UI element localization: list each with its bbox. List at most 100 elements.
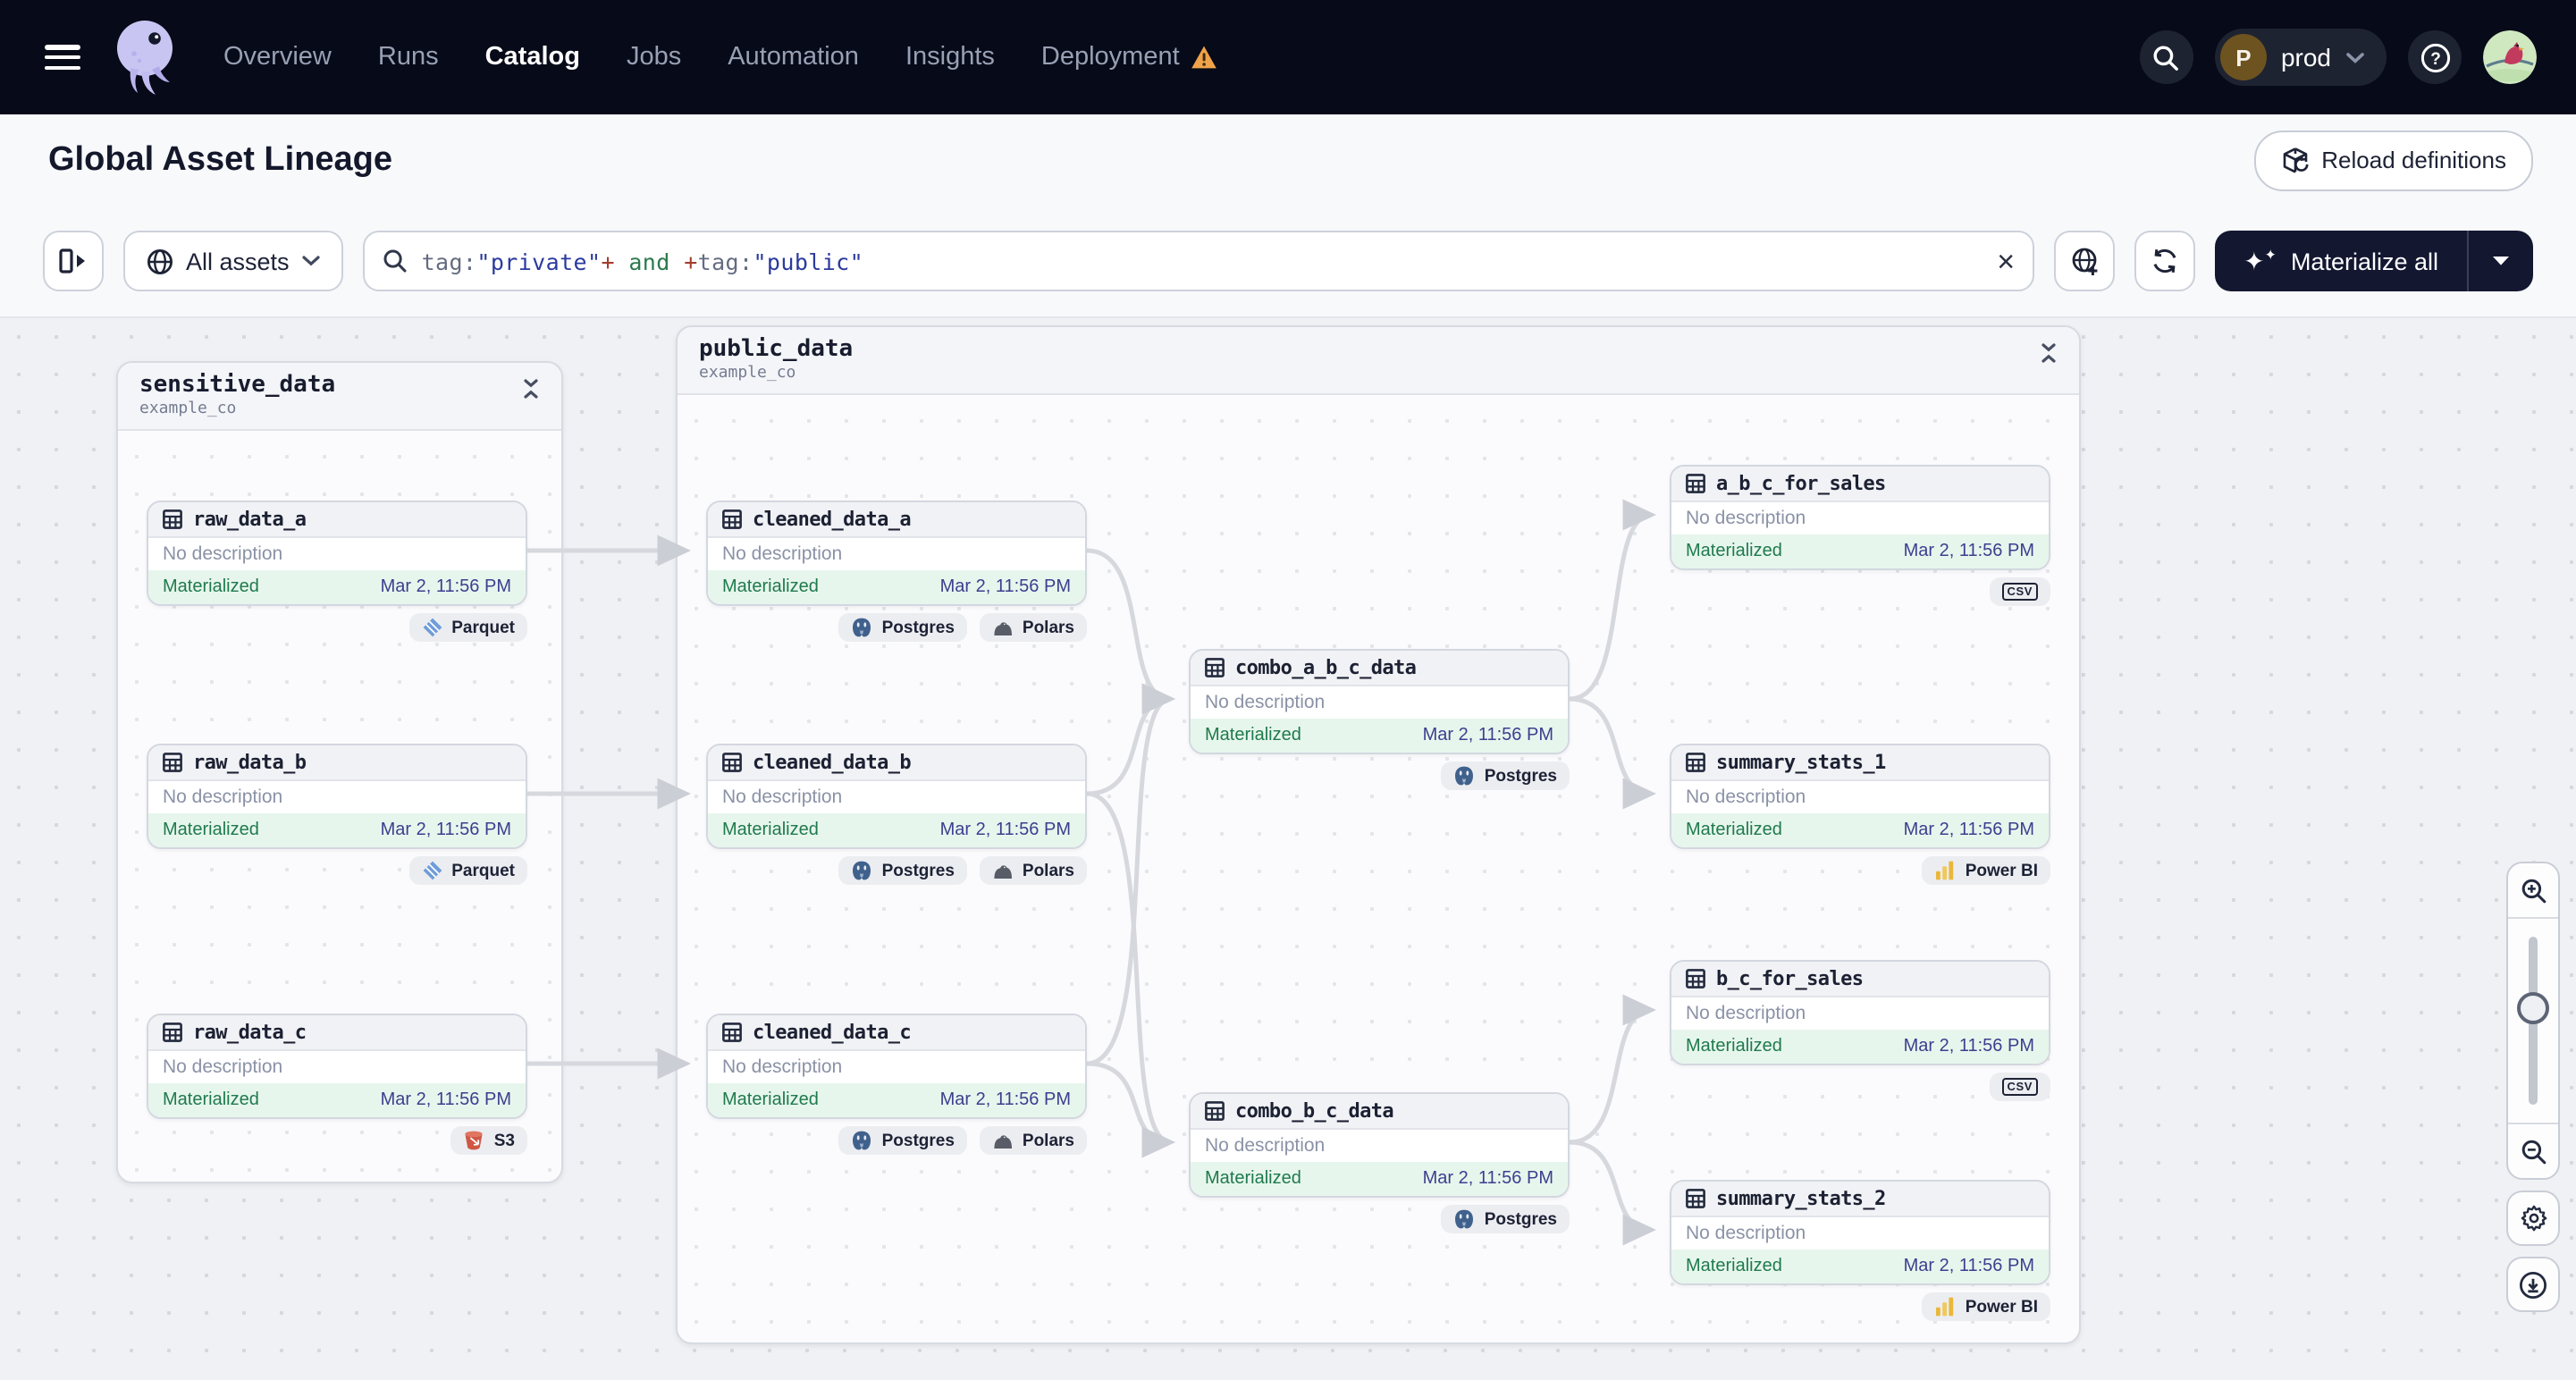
materialize-options-button[interactable] [2467, 231, 2533, 291]
asset-search-input[interactable]: tag:"private"+ and +tag:"public" × [362, 231, 2035, 291]
nav-item-insights[interactable]: Insights [905, 43, 995, 72]
search-icon [383, 249, 407, 273]
globe-icon [147, 248, 173, 274]
clear-search-icon[interactable]: × [1997, 246, 2015, 276]
asset-badges: S3 [147, 1126, 527, 1155]
chevron-down-icon [301, 256, 320, 266]
asset-node-b_c_for_sales[interactable]: b_c_for_sales No description Materialize… [1670, 960, 2050, 1064]
zoom-slider-handle[interactable] [2517, 992, 2549, 1025]
asset-description: No description [1686, 1003, 1806, 1024]
zoom-in-icon [2521, 878, 2546, 903]
asset-timestamp: Mar 2, 11:56 PM [939, 576, 1071, 597]
asset-node-cleaned_data_a[interactable]: cleaned_data_a No description Materializ… [706, 501, 1087, 605]
nav-item-catalog[interactable]: Catalog [485, 43, 580, 72]
asset-description: No description [722, 787, 843, 808]
table-icon [1686, 753, 1705, 772]
download-image-button[interactable] [2506, 1257, 2560, 1312]
asset-timestamp: Mar 2, 11:56 PM [380, 820, 511, 840]
nav-item-overview[interactable]: Overview [223, 43, 332, 72]
asset-node-cleaned_data_b[interactable]: cleaned_data_b No description Materializ… [706, 744, 1087, 848]
table-icon [722, 1022, 742, 1042]
polars-icon [994, 622, 1012, 635]
asset-description: No description [163, 787, 283, 808]
kind-badge-polars: Polars [979, 1126, 1087, 1155]
globe-add-icon [2071, 247, 2097, 274]
zoom-out-icon [2521, 1139, 2546, 1164]
kind-badge-parquet: Parquet [408, 856, 527, 885]
asset-name: cleaned_data_b [753, 751, 912, 774]
postgres-icon [853, 861, 871, 880]
kind-badge-polars: Polars [979, 856, 1087, 885]
asset-node-raw_data_c[interactable]: raw_data_c No description Materialized Ma… [147, 1014, 527, 1118]
asset-badges: csv [1670, 577, 2050, 606]
nav-item-automation[interactable]: Automation [728, 43, 859, 72]
asset-name: b_c_for_sales [1716, 967, 1864, 990]
asset-name: combo_b_c_data [1235, 1099, 1394, 1123]
deployment-avatar: P [2219, 34, 2267, 80]
lineage-canvas[interactable]: sensitive_data example_co public_data ex… [0, 318, 2576, 1380]
asset-description: No description [1686, 787, 1806, 808]
asset-status: Materialized [1686, 1256, 1782, 1276]
asset-node-raw_data_a[interactable]: raw_data_a No description Materialized Ma… [147, 501, 527, 605]
asset-node-cleaned_data_c[interactable]: cleaned_data_c No description Materializ… [706, 1014, 1087, 1118]
warning-icon [1191, 46, 1216, 69]
asset-name: raw_data_b [193, 751, 307, 774]
graph-settings-button[interactable] [2506, 1191, 2560, 1246]
asset-description: No description [1686, 1223, 1806, 1244]
powerbi-icon [1936, 1297, 1954, 1317]
refresh-icon [2153, 248, 2176, 273]
asset-name: a_b_c_for_sales [1716, 472, 1886, 495]
asset-badges: Postgres [1189, 1205, 1570, 1233]
nav-item-jobs[interactable]: Jobs [627, 43, 681, 72]
reload-definitions-button[interactable]: Reload definitions [2253, 130, 2533, 190]
asset-status: Materialized [163, 820, 259, 840]
nav-item-runs[interactable]: Runs [378, 43, 439, 72]
asset-description: No description [722, 543, 843, 565]
sparkles-icon: ✦✦ [2243, 247, 2277, 275]
asset-node-raw_data_b[interactable]: raw_data_b No description Materialized Ma… [147, 744, 527, 848]
zoom-in-button[interactable] [2508, 863, 2558, 917]
top-navbar: Overview Runs Catalog Jobs Automation In… [0, 0, 2576, 114]
page-header: Global Asset Lineage Reload definitions [0, 114, 2576, 207]
kind-badge-postgres: Postgres [838, 1126, 967, 1155]
kind-badge-postgres: Postgres [1441, 1205, 1570, 1233]
asset-node-a_b_c_for_sales[interactable]: a_b_c_for_sales No description Materiali… [1670, 465, 2050, 569]
kind-badge-postgres: Postgres [1441, 762, 1570, 790]
asset-status: Materialized [163, 576, 259, 597]
deployment-switcher[interactable]: P prod [2214, 29, 2387, 86]
svg-text:?: ? [2429, 49, 2440, 68]
table-icon [163, 753, 182, 772]
asset-status: Materialized [1205, 725, 1301, 745]
help-button[interactable]: ? [2408, 30, 2462, 84]
asset-node-combo_a_b_c_data[interactable]: combo_a_b_c_data No description Material… [1189, 649, 1570, 753]
user-avatar[interactable] [2483, 30, 2537, 84]
asset-scope-dropdown[interactable]: All assets [123, 231, 343, 291]
table-icon [1205, 658, 1225, 677]
kind-badge-csv: csv [1989, 1073, 2050, 1101]
asset-badges: Power BI [1670, 1292, 2050, 1321]
deployment-name: prod [2280, 43, 2331, 72]
refresh-button[interactable] [2134, 231, 2196, 291]
nav-item-deployment[interactable]: Deployment [1041, 43, 1217, 72]
search-icon [2154, 45, 2179, 70]
asset-node-combo_b_c_data[interactable]: combo_b_c_data No description Materializ… [1189, 1092, 1570, 1197]
asset-node-summary_stats_2[interactable]: summary_stats_2 No description Materiali… [1670, 1180, 2050, 1284]
zoom-slider[interactable] [2508, 917, 2558, 1124]
hamburger-icon[interactable] [45, 45, 80, 70]
filter-to-selection-button[interactable] [2054, 231, 2116, 291]
asset-status: Materialized [722, 1090, 819, 1110]
kind-badge-csv: csv [1989, 577, 2050, 606]
zoom-out-button[interactable] [2508, 1124, 2558, 1178]
materialize-all-split-button: ✦✦ Materialize all [2215, 231, 2533, 291]
search-button[interactable] [2139, 30, 2193, 84]
asset-description: No description [1686, 508, 1806, 529]
open-sidebar-button[interactable] [43, 231, 104, 291]
materialize-all-button[interactable]: ✦✦ Materialize all [2215, 231, 2467, 291]
asset-node-summary_stats_1[interactable]: summary_stats_1 No description Materiali… [1670, 744, 2050, 848]
postgres-icon [1455, 1209, 1474, 1229]
asset-badges: Postgres Polars [706, 1126, 1087, 1155]
asset-status: Materialized [722, 576, 819, 597]
asset-name: raw_data_c [193, 1021, 307, 1044]
open-panel-icon [59, 248, 85, 273]
table-icon [1205, 1101, 1225, 1121]
